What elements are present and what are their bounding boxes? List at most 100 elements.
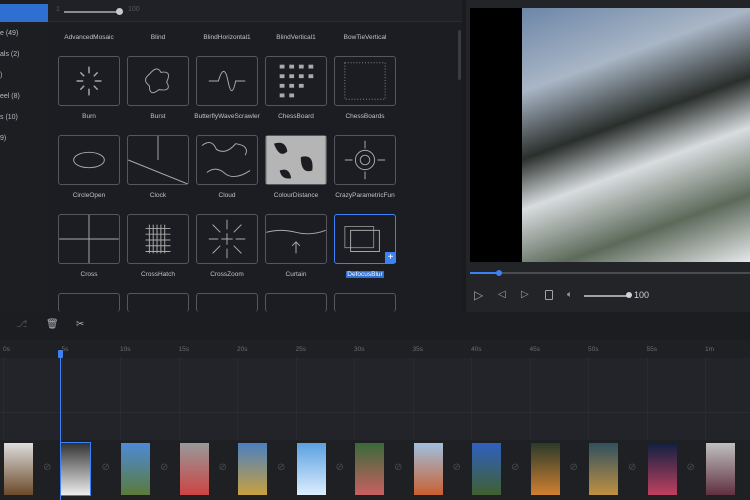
volume-slider[interactable] bbox=[584, 295, 628, 297]
transition-thumbnail[interactable] bbox=[196, 135, 258, 185]
transition-label[interactable]: Clock bbox=[118, 192, 198, 199]
size-slider-handle[interactable] bbox=[116, 8, 123, 15]
transition-thumbnail[interactable] bbox=[265, 135, 327, 185]
transition-thumbnail[interactable] bbox=[127, 135, 189, 185]
seek-bar[interactable] bbox=[470, 272, 750, 274]
transition-label[interactable]: ButterflyWaveScrawler bbox=[187, 113, 267, 120]
transition-label[interactable]: ChessBoard bbox=[256, 113, 336, 120]
transition-label[interactable]: BlindHorizontal1 bbox=[187, 34, 267, 41]
track-gridline bbox=[354, 358, 355, 440]
transition-thumbnail[interactable] bbox=[196, 214, 258, 264]
transition-thumbnail[interactable] bbox=[127, 56, 189, 106]
grid-scrollbar[interactable] bbox=[458, 30, 461, 80]
track-gridline bbox=[529, 358, 531, 440]
transition-link-icon[interactable]: ⊘ bbox=[160, 462, 168, 473]
transition-link-icon[interactable]: ⊘ bbox=[277, 462, 285, 473]
transition-label[interactable]: CrossZoom bbox=[187, 271, 267, 278]
transition-thumbnail[interactable] bbox=[334, 56, 396, 106]
clip-thumbnail[interactable] bbox=[355, 443, 384, 495]
transition-link-icon[interactable]: ⊘ bbox=[336, 462, 344, 473]
stop-icon[interactable] bbox=[545, 290, 553, 300]
clip-thumbnail[interactable] bbox=[647, 443, 677, 495]
transition-label[interactable]: CrossHatch bbox=[118, 271, 198, 278]
clip-thumbnail[interactable] bbox=[413, 443, 443, 495]
transition-label[interactable]: Blind bbox=[118, 34, 198, 41]
transition-thumbnail[interactable] bbox=[58, 214, 120, 264]
track-gridline bbox=[237, 358, 238, 440]
transition-link-icon[interactable]: ⊘ bbox=[628, 462, 636, 473]
transition-thumbnail[interactable] bbox=[58, 293, 120, 312]
sidebar-item[interactable]: als (2) bbox=[0, 46, 48, 64]
clip-thumbnail[interactable] bbox=[238, 443, 267, 495]
clip-thumbnail[interactable] bbox=[179, 443, 209, 495]
transition-label[interactable]: Curtain bbox=[256, 271, 336, 278]
sidebar-item[interactable]: 9) bbox=[0, 130, 48, 148]
clip-thumbnail[interactable] bbox=[296, 443, 326, 495]
transition-label[interactable]: CircleOpen bbox=[49, 192, 129, 199]
transition-label[interactable]: BlindVertical1 bbox=[256, 34, 336, 41]
transition-thumbnail[interactable] bbox=[265, 293, 327, 312]
trash-icon[interactable]: 🗑︎ bbox=[46, 319, 59, 330]
track-gridline bbox=[705, 358, 706, 440]
transition-thumbnail[interactable] bbox=[265, 214, 327, 264]
transition-thumbnail[interactable] bbox=[127, 214, 189, 264]
volume-handle[interactable] bbox=[626, 292, 632, 298]
ruler-tick: 55s bbox=[646, 346, 657, 353]
transition-link-icon[interactable]: ⊘ bbox=[394, 462, 402, 473]
transition-link-icon[interactable]: ⊘ bbox=[219, 462, 227, 473]
transition-thumbnail[interactable] bbox=[196, 56, 258, 106]
sidebar-item[interactable]: ) bbox=[0, 67, 48, 85]
clip-thumbnail[interactable] bbox=[589, 443, 618, 495]
transition-label[interactable]: Cloud bbox=[187, 192, 267, 199]
transition-thumbnail[interactable] bbox=[58, 56, 120, 106]
transition-label[interactable]: BowTieVertical bbox=[325, 34, 405, 41]
transition-link-icon[interactable]: ⊘ bbox=[43, 462, 51, 473]
transition-thumbnail[interactable] bbox=[265, 56, 327, 106]
transition-label[interactable]: CrazyParametricFun bbox=[325, 192, 405, 199]
add-transition-button[interactable]: + bbox=[385, 252, 396, 263]
clip-thumbnail[interactable] bbox=[4, 443, 33, 495]
clip-thumbnail[interactable] bbox=[706, 443, 735, 495]
transition-label[interactable]: Cross bbox=[49, 271, 129, 278]
transition-thumbnail[interactable] bbox=[58, 135, 120, 185]
track-gridline bbox=[3, 358, 4, 440]
transition-label[interactable]: AdvancedMosaic bbox=[49, 34, 129, 41]
cut-icon[interactable]: ✂︎ bbox=[76, 319, 84, 330]
transition-thumbnail[interactable] bbox=[127, 293, 189, 312]
transition-link-icon[interactable]: ⊘ bbox=[687, 462, 695, 473]
transition-link-icon[interactable]: ⊘ bbox=[102, 462, 110, 473]
transition-label[interactable]: Burn bbox=[49, 113, 129, 120]
track-gridline bbox=[646, 358, 648, 440]
play-icon[interactable]: ▷ bbox=[474, 288, 483, 302]
ruler-tick: 30s bbox=[354, 346, 365, 353]
sidebar-item[interactable]: eel (8) bbox=[0, 88, 48, 106]
size-slider[interactable] bbox=[64, 11, 120, 13]
volume-value: 100 bbox=[634, 290, 650, 300]
transition-thumbnail[interactable] bbox=[334, 135, 396, 185]
sidebar-item[interactable] bbox=[0, 4, 48, 22]
transition-label[interactable]: ChessBoards bbox=[325, 113, 405, 120]
clip-thumbnail[interactable] bbox=[121, 443, 150, 495]
transition-thumbnail[interactable] bbox=[334, 293, 396, 312]
previous-frame-icon[interactable]: ◁ bbox=[498, 289, 506, 300]
clip-thumbnail[interactable] bbox=[59, 442, 91, 496]
transition-thumbnail[interactable] bbox=[196, 293, 258, 312]
transition-link-icon[interactable]: ⊘ bbox=[570, 462, 578, 473]
clip-thumbnail[interactable] bbox=[530, 443, 560, 495]
split-icon[interactable]: ⎇ bbox=[16, 319, 28, 330]
track-gridline bbox=[61, 358, 63, 440]
transition-label[interactable]: Burst bbox=[118, 113, 198, 120]
timeline-ruler[interactable] bbox=[0, 340, 750, 358]
volume-icon[interactable]: 🔈︎ bbox=[567, 289, 572, 300]
sidebar-item[interactable]: s (10) bbox=[0, 109, 48, 127]
transition-label[interactable]: DefocusBlur bbox=[325, 271, 405, 278]
sidebar-item[interactable]: e (49) bbox=[0, 25, 48, 43]
timeline-tracks[interactable] bbox=[0, 358, 750, 440]
seek-handle[interactable] bbox=[496, 270, 502, 276]
transition-link-icon[interactable]: ⊘ bbox=[511, 462, 519, 473]
transition-link-icon[interactable]: ⊘ bbox=[453, 462, 461, 473]
transition-label[interactable]: ColourDistance bbox=[256, 192, 336, 199]
next-frame-icon[interactable]: ▷ bbox=[521, 289, 529, 300]
clip-thumbnail[interactable] bbox=[472, 443, 501, 495]
ruler-tick: 5s bbox=[61, 346, 69, 353]
